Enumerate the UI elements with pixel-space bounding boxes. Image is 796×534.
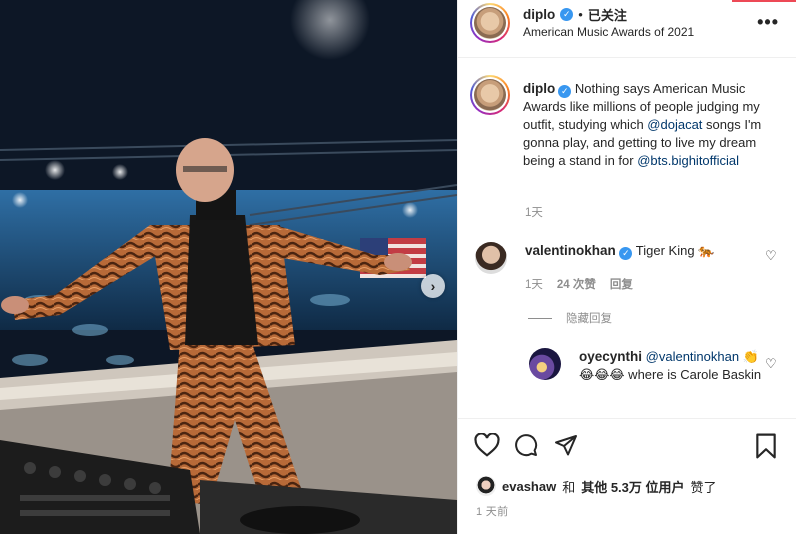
likes-and: 和: [562, 479, 576, 495]
post-photo[interactable]: ›: [0, 0, 457, 534]
author-username[interactable]: diplo: [523, 7, 555, 22]
comment-item: valentinokhan ✓ Tiger King 🐅: [525, 242, 765, 260]
post-time-ago[interactable]: 1 天前: [476, 503, 508, 519]
first-liker-username[interactable]: evashaw: [502, 479, 556, 494]
comment-likes-count[interactable]: 24 次赞: [557, 276, 596, 292]
comment-username[interactable]: valentinokhan: [525, 243, 616, 258]
post-header: diplo ✓ • 已关注 American Music Awards of 2…: [458, 0, 796, 58]
verified-badge-icon: ✓: [619, 247, 633, 260]
action-bar: [458, 418, 796, 473]
verified-badge-icon: ✓: [558, 85, 572, 98]
post-caption: diplo ✓ Nothing says American Music Award…: [523, 80, 785, 170]
comment-meta: 1天 24 次赞 回复: [525, 276, 633, 292]
reply-item: oyecynthi @valentinokhan 👏😂😂😂 where is C…: [579, 348, 769, 384]
comment-reply-button[interactable]: 回复: [610, 276, 633, 292]
author-avatar[interactable]: [470, 3, 510, 43]
bookmark-icon[interactable]: [755, 433, 777, 462]
paper-plane-icon[interactable]: [554, 433, 578, 460]
hide-replies-label: 隐藏回复: [566, 313, 612, 325]
post-side-panel: diplo ✓ • 已关注 American Music Awards of 2…: [457, 0, 796, 534]
next-photo-button[interactable]: ›: [421, 274, 445, 298]
caption-avatar[interactable]: [470, 75, 510, 115]
hide-replies-toggle[interactable]: 隐藏回复: [528, 310, 612, 326]
heart-icon[interactable]: [474, 432, 500, 460]
reply-like-icon[interactable]: ♡: [765, 356, 777, 372]
comment-icon[interactable]: [514, 433, 538, 460]
comment-text: Tiger King 🐅: [635, 243, 715, 258]
likes-summary: evashaw 和 其他 5.3万 位用户 赞了: [476, 476, 717, 496]
likes-suffix: 赞了: [690, 479, 717, 495]
photo-illustration: [0, 0, 457, 534]
chevron-right-icon: ›: [430, 278, 436, 294]
comment-like-icon[interactable]: ♡: [765, 248, 777, 264]
commenter-avatar[interactable]: [475, 242, 507, 274]
separator-dot: •: [578, 7, 583, 22]
mention-bts[interactable]: @bts.bighitofficial: [637, 153, 739, 168]
divider-line: [528, 317, 552, 319]
mention-dojacat[interactable]: @dojacat: [647, 117, 702, 132]
reply-username[interactable]: oyecynthi: [579, 349, 642, 364]
caption-time[interactable]: 1天: [525, 204, 543, 220]
more-options-icon[interactable]: •••: [757, 12, 779, 33]
likes-others-count[interactable]: 其他 5.3万 位用户: [581, 477, 684, 496]
liker-avatar[interactable]: [476, 476, 496, 496]
follow-button[interactable]: 已关注: [588, 5, 627, 24]
author-name-row: diplo ✓ • 已关注: [523, 5, 627, 24]
reply-avatar[interactable]: [529, 348, 561, 380]
comment-time[interactable]: 1天: [525, 276, 543, 292]
reply-mention[interactable]: @valentinokhan: [646, 349, 739, 364]
caption-username[interactable]: diplo: [523, 81, 555, 96]
post-location[interactable]: American Music Awards of 2021: [523, 25, 694, 39]
verified-badge-icon: ✓: [560, 8, 574, 21]
